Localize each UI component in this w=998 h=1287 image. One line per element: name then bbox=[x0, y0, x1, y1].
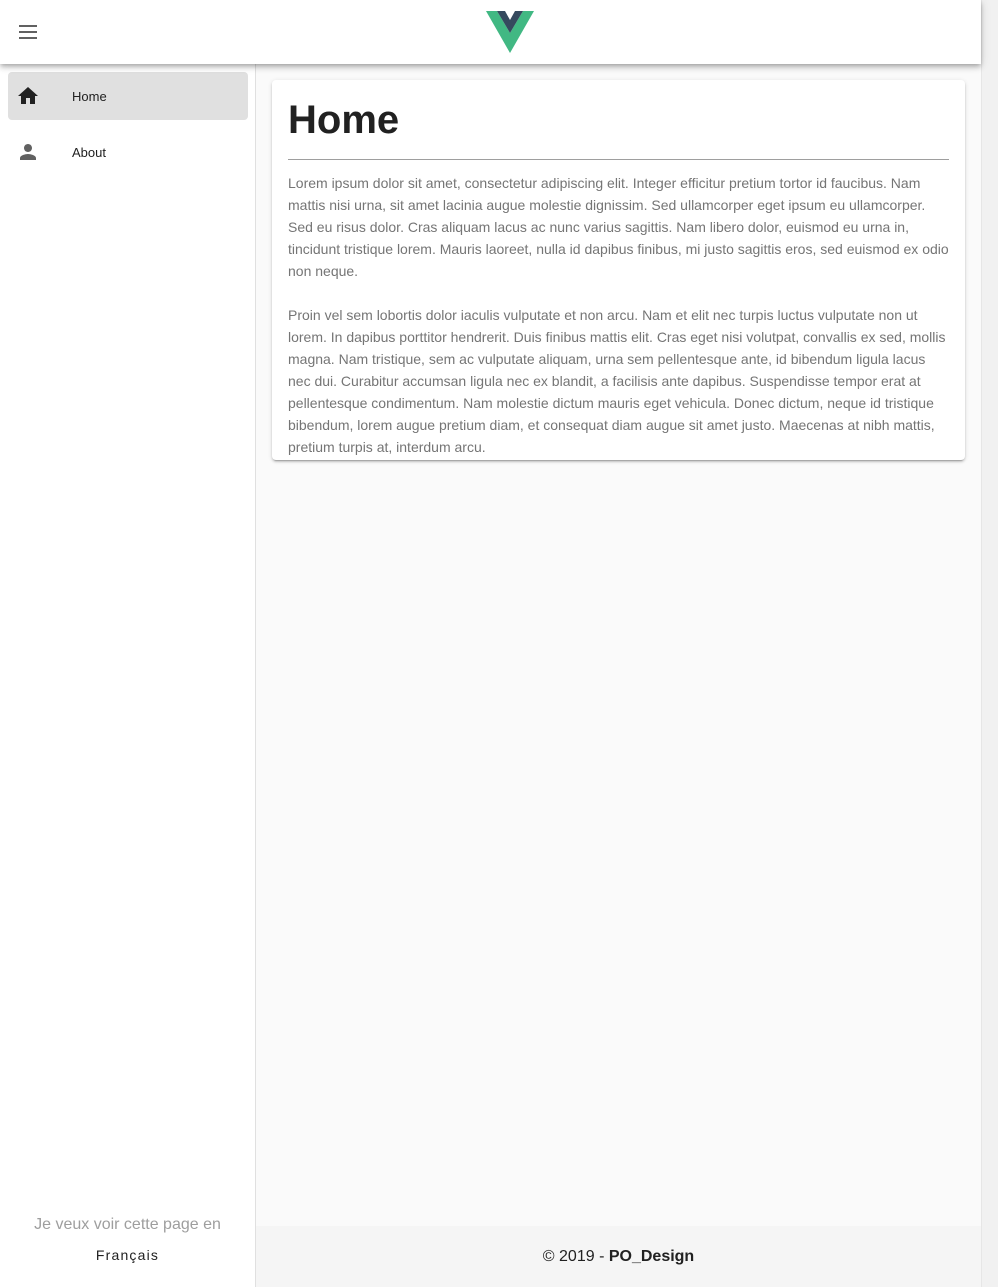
page-title: Home bbox=[288, 96, 949, 160]
person-icon bbox=[20, 144, 36, 160]
home-icon bbox=[18, 87, 38, 104]
language-switcher: Je veux voir cette page en Français bbox=[0, 1216, 255, 1265]
navigation-drawer: Home About Je veux voir cette page en Fr… bbox=[0, 64, 256, 1287]
page-scrollbar[interactable] bbox=[981, 0, 998, 1287]
content-paragraph: Lorem ipsum dolor sit amet, consectetur … bbox=[288, 175, 949, 279]
sidebar-item-label: About bbox=[72, 144, 106, 160]
menu-icon[interactable] bbox=[12, 16, 44, 48]
vue-logo[interactable] bbox=[486, 11, 534, 53]
app-bar bbox=[0, 0, 981, 64]
sidebar-item-about[interactable]: About bbox=[8, 128, 248, 176]
menu-icon-bar bbox=[19, 31, 37, 33]
language-prompt: Je veux voir cette page en bbox=[34, 1216, 221, 1233]
menu-icon-bar bbox=[19, 25, 37, 27]
footer-brand: PO_Design bbox=[608, 1247, 695, 1265]
footer-copyright: © 2019 - bbox=[542, 1247, 609, 1265]
content-paragraph: Proin vel sem lobortis dolor iaculis vul… bbox=[288, 307, 946, 455]
content-card: Home Lorem ipsum dolor sit amet, consect… bbox=[272, 80, 965, 460]
menu-icon-bar bbox=[19, 37, 37, 39]
footer: © 2019 - PO_Design bbox=[256, 1226, 981, 1287]
sidebar-item-label: Home bbox=[72, 88, 107, 104]
language-link-french[interactable]: Français bbox=[96, 1247, 159, 1263]
sidebar-item-home[interactable]: Home bbox=[8, 72, 248, 120]
